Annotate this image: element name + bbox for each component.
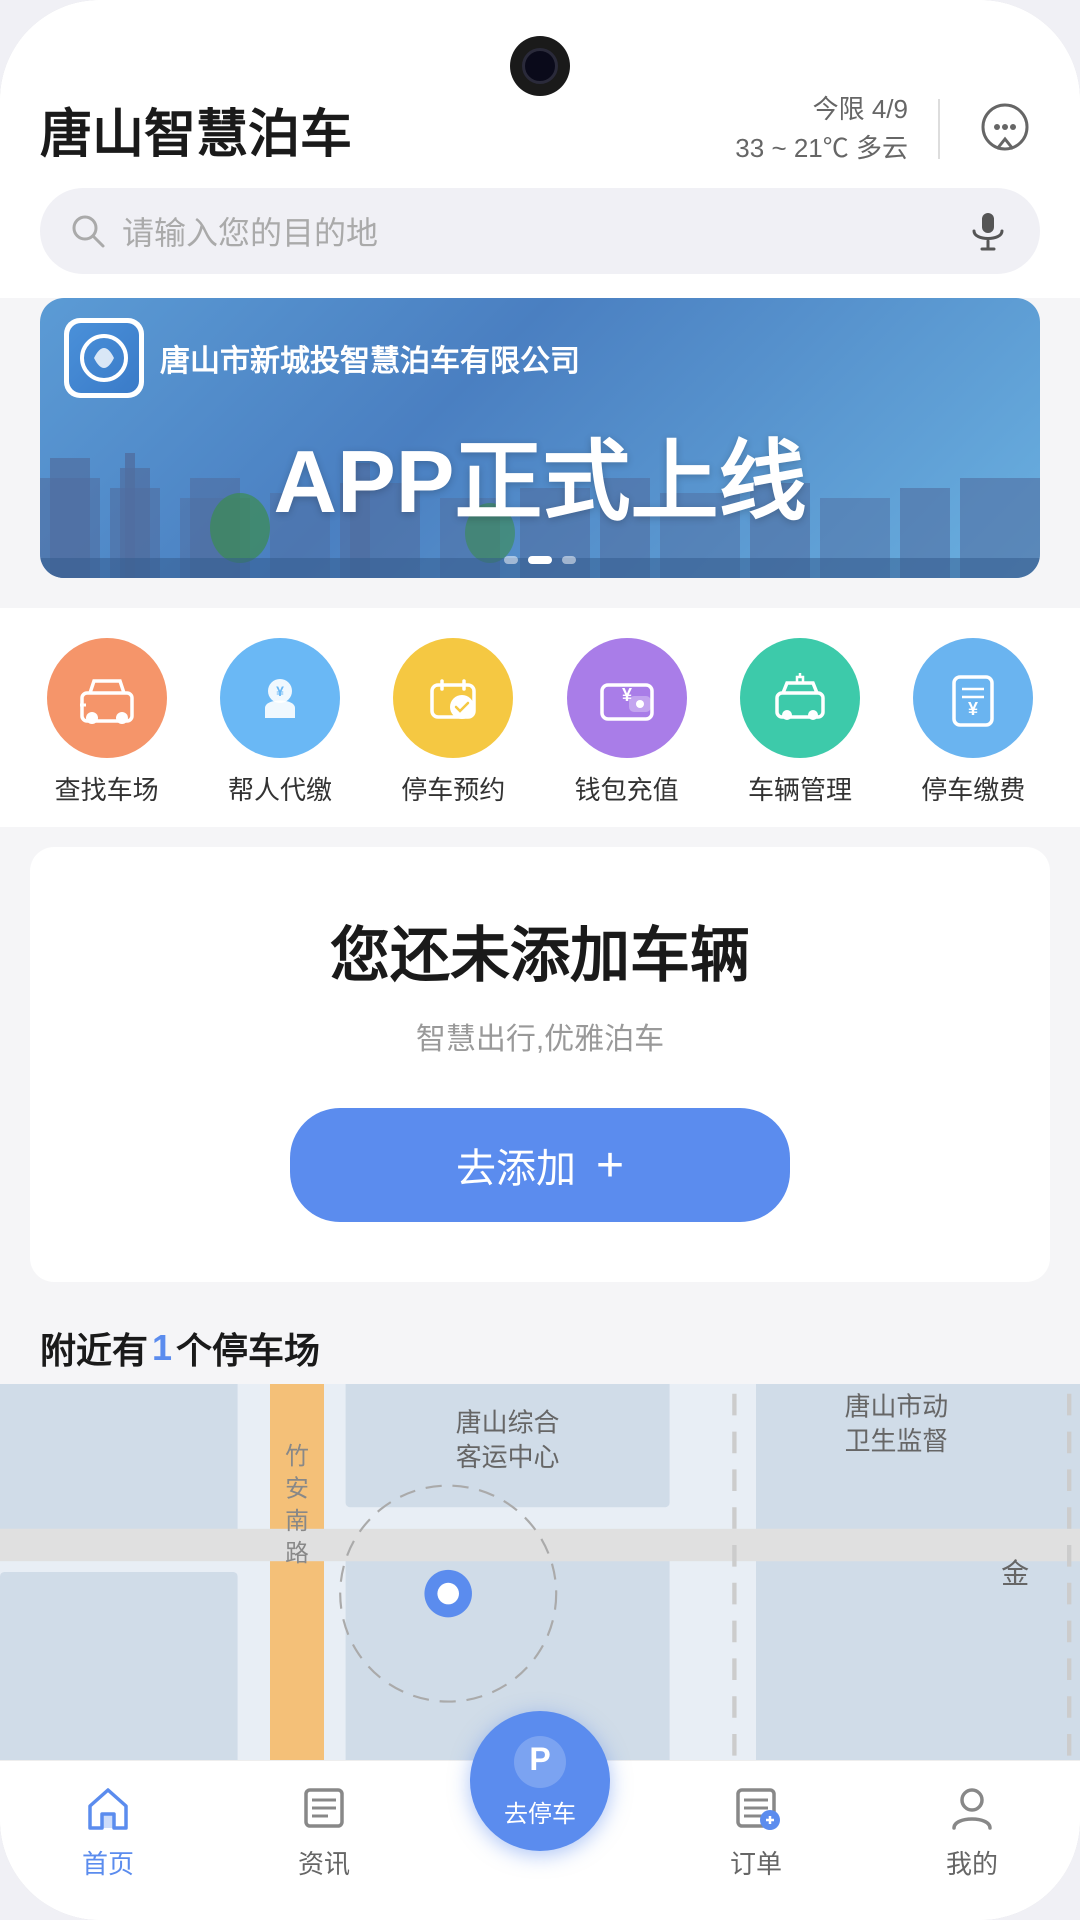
quick-actions-row: 查找车场 ¥ 帮人代缴	[20, 638, 1060, 807]
banner-dot-2	[528, 556, 552, 564]
banner-company: 唐山市新城投智慧泊车有限公司	[160, 336, 580, 380]
vehicle-section: 您还未添加车辆 智慧出行,优雅泊车 去添加 +	[30, 847, 1050, 1282]
fee-icon: ¥	[913, 638, 1033, 758]
banner-dots	[504, 556, 576, 564]
quick-action-pay-other[interactable]: ¥ 帮人代缴	[220, 638, 340, 807]
nearby-title: 附近有 1 个停车场	[40, 1322, 1040, 1374]
center-parking-button[interactable]: P 去停车	[470, 1711, 610, 1851]
app-title: 唐山智慧泊车	[40, 92, 352, 167]
nav-news-label: 资讯	[298, 1844, 350, 1881]
find-parking-label: 查找车场	[55, 770, 159, 807]
svg-text:竹: 竹	[285, 1443, 309, 1470]
banner: 唐山市新城投智慧泊车有限公司	[40, 298, 1040, 578]
banner-logo-inner	[69, 323, 139, 393]
quick-actions: 查找车场 ¥ 帮人代缴	[0, 608, 1080, 827]
quick-action-find-parking[interactable]: 查找车场	[47, 638, 167, 807]
profile-icon	[944, 1780, 1000, 1836]
svg-text:唐山综合: 唐山综合	[456, 1409, 560, 1438]
vehicle-label: 车辆管理	[748, 770, 852, 807]
banner-main-text: APP正式上线	[40, 411, 1040, 538]
svg-text:¥: ¥	[968, 699, 978, 719]
nav-orders[interactable]: 订单	[648, 1780, 864, 1881]
svg-text:客运中心: 客运中心	[456, 1443, 560, 1472]
svg-text:卫生监督: 卫生监督	[845, 1427, 949, 1456]
svg-text:¥: ¥	[276, 683, 284, 699]
quick-action-fee[interactable]: ¥ 停车缴费	[913, 638, 1033, 807]
screen: 唐山智慧泊车 今限 4/9 33 ~ 21℃ 多云	[0, 0, 1080, 1920]
nav-orders-label: 订单	[730, 1844, 782, 1881]
banner-dot-1	[504, 556, 518, 564]
order-icon	[728, 1780, 784, 1836]
center-parking-label: 去停车	[504, 1794, 576, 1829]
search-icon	[70, 213, 106, 249]
quick-action-wallet[interactable]: ¥ 钱包充值	[567, 638, 687, 807]
news-icon	[296, 1780, 352, 1836]
find-parking-icon	[47, 638, 167, 758]
nav-mine-label: 我的	[946, 1844, 998, 1881]
header: 唐山智慧泊车 今限 4/9 33 ~ 21℃ 多云	[0, 80, 1080, 188]
add-vehicle-btn-text: 去添加	[456, 1136, 576, 1194]
add-vehicle-button[interactable]: 去添加 +	[290, 1108, 790, 1222]
svg-text:¥: ¥	[622, 685, 632, 705]
svg-text:南: 南	[285, 1508, 309, 1535]
nearby-section: 附近有 1 个停车场	[0, 1302, 1080, 1384]
phone-shell: 唐山智慧泊车 今限 4/9 33 ~ 21℃ 多云	[0, 0, 1080, 1920]
fee-label: 停车缴费	[921, 770, 1025, 807]
weather-info: 今限 4/9 33 ~ 21℃ 多云	[735, 90, 908, 168]
search-bar: 请输入您的目的地	[0, 188, 1080, 298]
bottom-nav: 首页 资讯	[0, 1760, 1080, 1920]
nearby-suffix: 个停车场	[176, 1322, 320, 1374]
pay-other-label: 帮人代缴	[228, 770, 332, 807]
reservation-icon	[393, 638, 513, 758]
vehicle-title: 您还未添加车辆	[330, 907, 750, 994]
wallet-label: 钱包充值	[575, 770, 679, 807]
nav-news[interactable]: 资讯	[216, 1780, 432, 1881]
wallet-icon: ¥	[567, 638, 687, 758]
weather-limit: 今限 4/9	[735, 90, 908, 129]
map-content: 竹 安 南 路 唐山综合 客运中心 唐山市动 卫生监督 金	[0, 1384, 1080, 1760]
nearby-count: 1	[152, 1327, 172, 1369]
svg-text:唐山市动: 唐山市动	[845, 1392, 949, 1421]
reservation-label: 停车预约	[401, 770, 505, 807]
header-right: 今限 4/9 33 ~ 21℃ 多云	[735, 90, 1040, 168]
vehicle-icon	[740, 638, 860, 758]
banner-header: 唐山市新城投智慧泊车有限公司	[40, 298, 1040, 408]
nav-home-label: 首页	[82, 1844, 134, 1881]
add-vehicle-btn-plus: +	[596, 1138, 624, 1193]
quick-action-vehicle[interactable]: 车辆管理	[740, 638, 860, 807]
vehicle-subtitle: 智慧出行,优雅泊车	[416, 1014, 664, 1058]
map-area[interactable]: 竹 安 南 路 唐山综合 客运中心 唐山市动 卫生监督 金	[0, 1384, 1080, 1760]
header-divider	[938, 99, 940, 159]
svg-text:金: 金	[1001, 1558, 1029, 1589]
nearby-prefix: 附近有	[40, 1322, 148, 1374]
mic-icon[interactable]	[966, 209, 1010, 253]
svg-text:路: 路	[285, 1540, 309, 1567]
banner-dot-3	[562, 556, 576, 564]
svg-text:安: 安	[285, 1475, 309, 1502]
parking-p-icon: P	[512, 1734, 568, 1790]
search-input-wrapper[interactable]: 请输入您的目的地	[40, 188, 1040, 274]
search-input[interactable]: 请输入您的目的地	[122, 208, 950, 254]
chat-icon[interactable]	[970, 94, 1040, 164]
camera	[510, 36, 570, 96]
pay-other-icon: ¥	[220, 638, 340, 758]
weather-temp: 33 ~ 21℃ 多云	[735, 129, 908, 168]
nav-home[interactable]: 首页	[0, 1780, 216, 1881]
quick-action-reservation[interactable]: 停车预约	[393, 638, 513, 807]
banner-logo	[64, 318, 144, 398]
svg-text:P: P	[529, 1741, 550, 1777]
nav-mine[interactable]: 我的	[864, 1780, 1080, 1881]
home-icon	[80, 1780, 136, 1836]
map-svg: 竹 安 南 路 唐山综合 客运中心 唐山市动 卫生监督 金	[0, 1384, 1080, 1760]
